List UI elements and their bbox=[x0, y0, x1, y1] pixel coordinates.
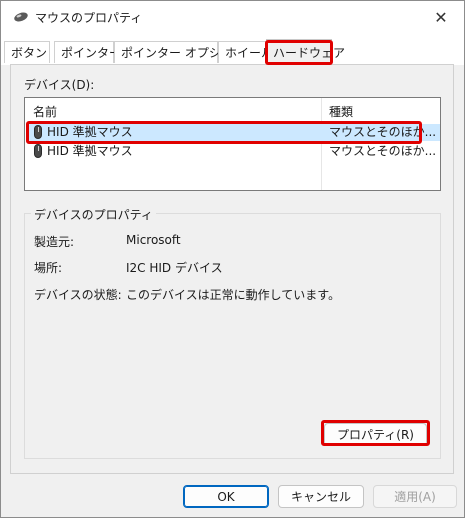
tab-hardware[interactable]: ハードウェア bbox=[266, 39, 345, 65]
cancel-button[interactable]: キャンセル bbox=[278, 485, 364, 508]
device-status-value: このデバイスは正常に動作しています。 bbox=[126, 288, 341, 302]
column-header-type[interactable]: 種類 bbox=[329, 103, 353, 120]
close-icon: ✕ bbox=[434, 7, 448, 27]
device-row[interactable]: HID 準拠マウス マウスとそのほか... bbox=[29, 143, 440, 160]
apply-button-label: 適用(A) bbox=[394, 490, 436, 504]
tab-wheel[interactable]: ホイール bbox=[218, 41, 273, 63]
mouse-icon bbox=[14, 12, 28, 22]
device-list[interactable]: 名前 種類 HID 準拠マウス マウスとそのほか... HID 準拠マウス マウ… bbox=[24, 97, 441, 191]
device-type: マウスとそのほか... bbox=[329, 144, 437, 158]
properties-button-label: プロパティ(R) bbox=[337, 428, 414, 442]
column-header-name[interactable]: 名前 bbox=[33, 103, 57, 120]
tab-strip: ボタン ポインター ポインター オプション ホイール ハードウェア bbox=[1, 33, 464, 65]
device-name: HID 準拠マウス bbox=[47, 125, 133, 139]
manufacturer-value: Microsoft bbox=[126, 233, 181, 247]
close-button[interactable]: ✕ bbox=[418, 1, 464, 33]
location-value: I2C HID デバイス bbox=[126, 261, 223, 275]
tab-buttons[interactable]: ボタン bbox=[4, 41, 50, 63]
device-status-label: デバイスの状態: bbox=[34, 288, 122, 302]
tab-pointer-options[interactable]: ポインター オプション bbox=[114, 41, 245, 63]
tab-label: ポインター bbox=[61, 46, 122, 60]
tab-pointers[interactable]: ポインター bbox=[54, 41, 121, 63]
ok-button-label: OK bbox=[217, 490, 235, 504]
mouse-device-icon bbox=[34, 144, 42, 158]
device-name: HID 準拠マウス bbox=[47, 144, 133, 158]
location-label: 場所: bbox=[34, 261, 63, 275]
mouse-device-icon bbox=[34, 125, 42, 139]
cancel-button-label: キャンセル bbox=[290, 490, 351, 504]
window-title: マウスのプロパティ bbox=[35, 11, 143, 25]
ok-button[interactable]: OK bbox=[183, 485, 269, 508]
tab-label: ボタン bbox=[11, 46, 48, 60]
device-type: マウスとそのほか... bbox=[329, 125, 437, 139]
mouse-properties-dialog: マウスのプロパティ ✕ ボタン ポインター ポインター オプション ホイール ハ… bbox=[0, 0, 465, 518]
title-bar: マウスのプロパティ ✕ bbox=[1, 1, 464, 33]
tab-label: ハードウェア bbox=[273, 46, 346, 60]
properties-button[interactable]: プロパティ(R) bbox=[324, 423, 427, 446]
device-properties-title: デバイスのプロパティ bbox=[31, 206, 156, 223]
apply-button[interactable]: 適用(A) bbox=[373, 485, 457, 508]
manufacturer-label: 製造元: bbox=[34, 235, 75, 249]
devices-label: デバイス(D): bbox=[24, 78, 95, 92]
device-row[interactable]: HID 準拠マウス マウスとそのほか... bbox=[29, 124, 440, 141]
